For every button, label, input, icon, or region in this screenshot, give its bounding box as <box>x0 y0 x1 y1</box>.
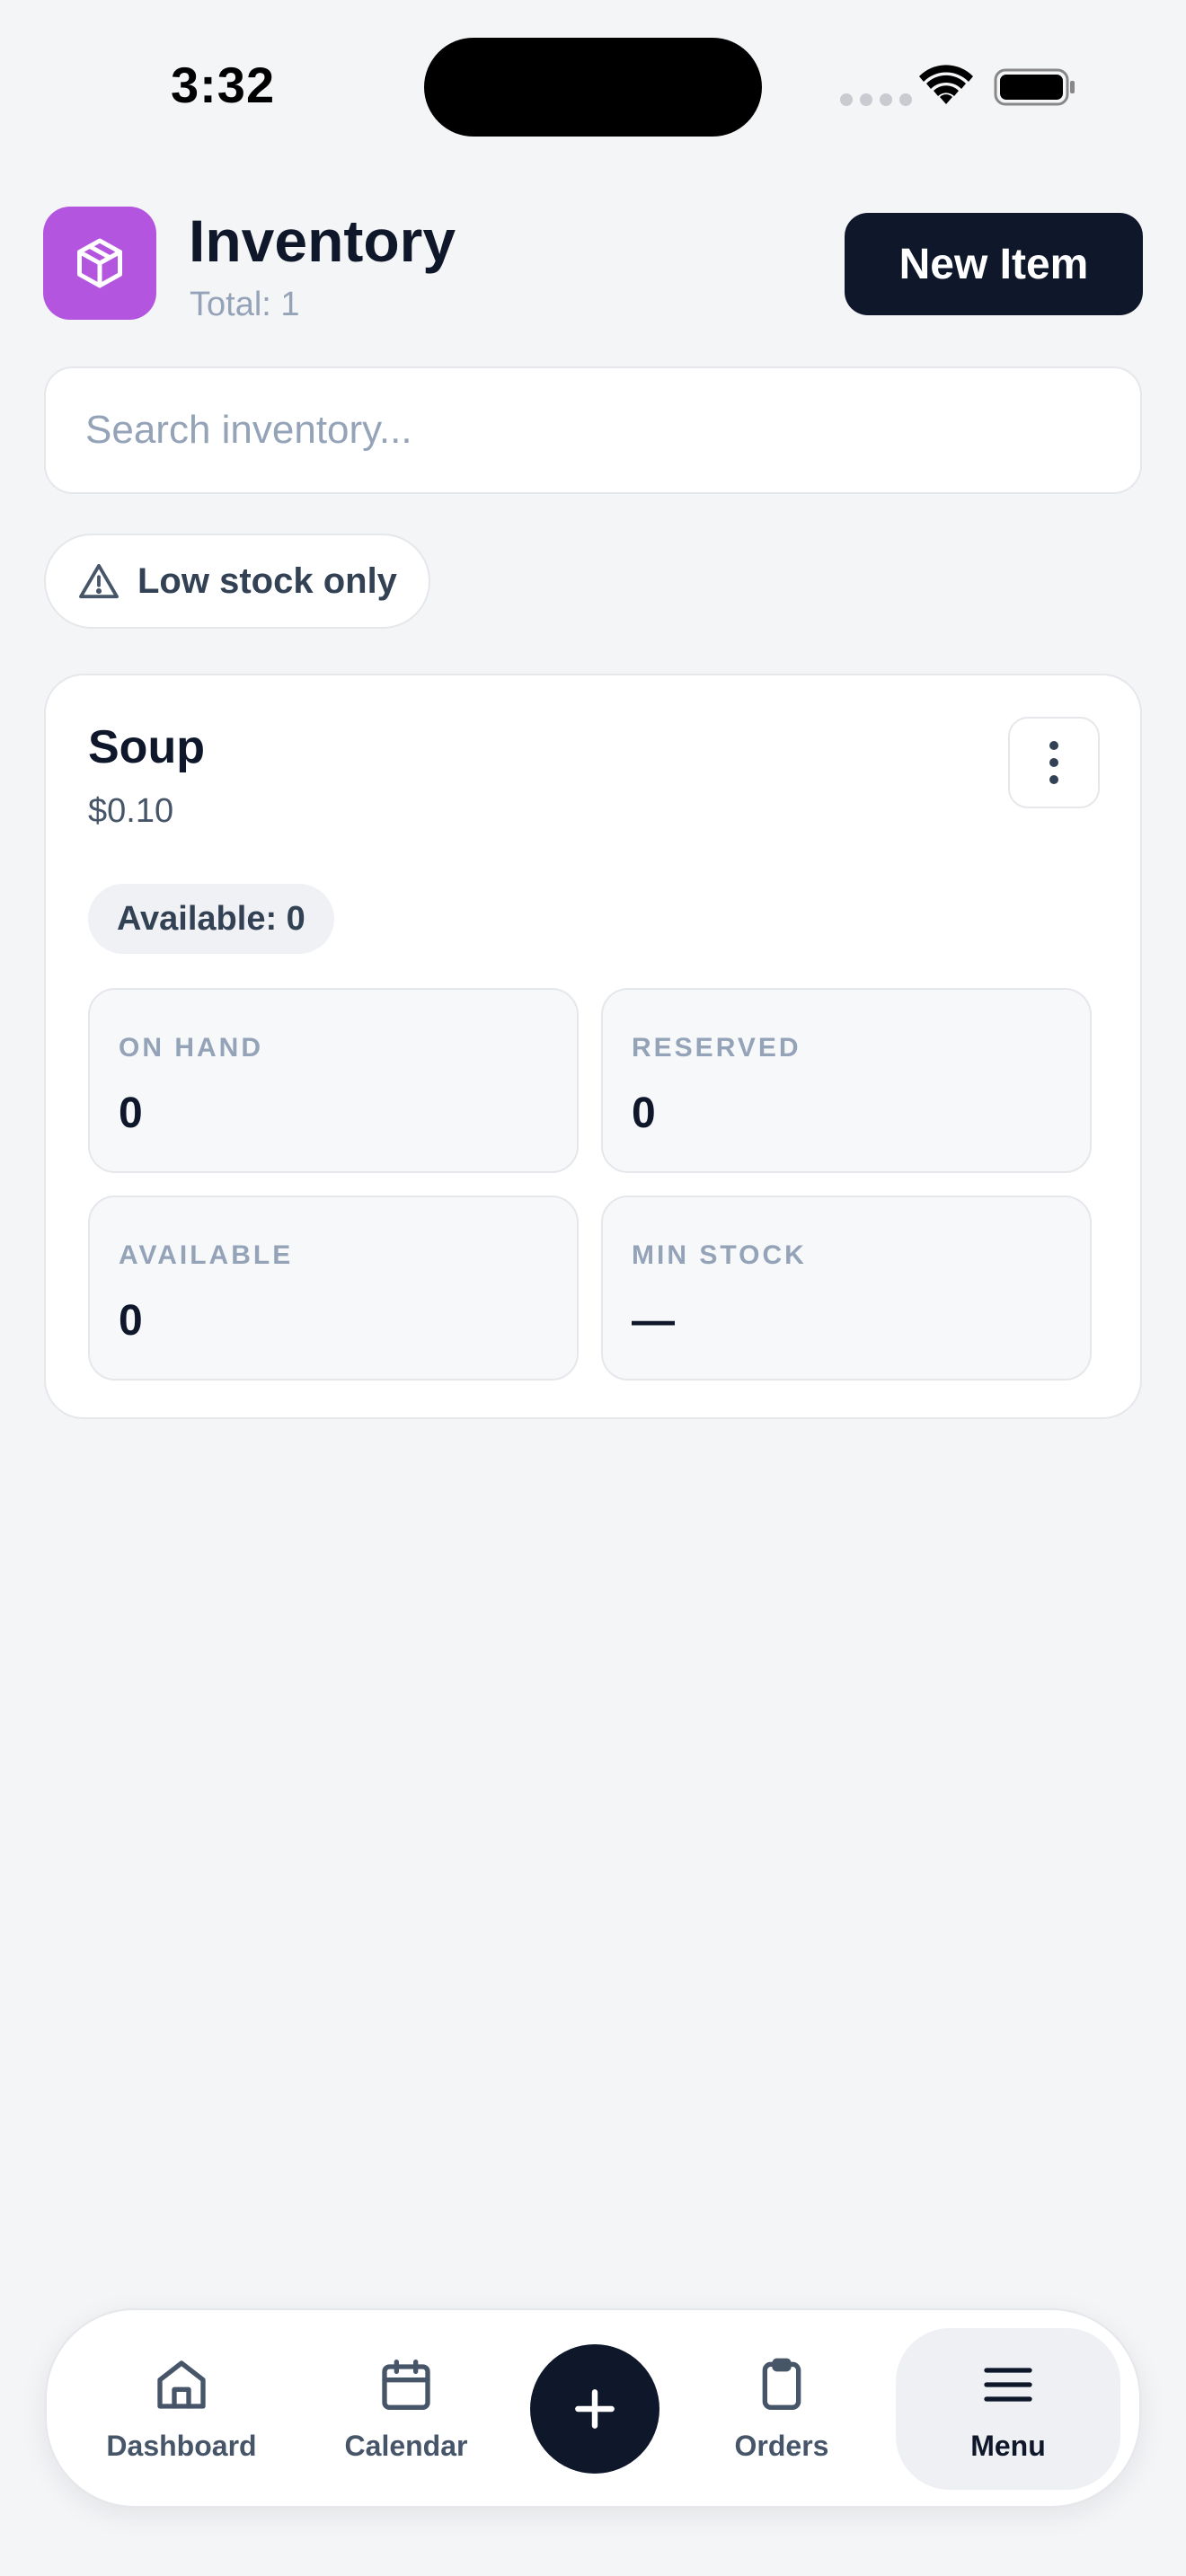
status-bar: 3:32 <box>0 0 1186 180</box>
wifi-icon <box>919 65 973 104</box>
nav-label: Dashboard <box>106 2429 257 2462</box>
stat-on-hand: ON HAND 0 <box>88 988 579 1173</box>
stat-reserved: RESERVED 0 <box>601 988 1092 1173</box>
nav-calendar[interactable]: Calendar <box>307 2328 505 2490</box>
warning-icon <box>79 563 119 599</box>
stat-value: 0 <box>119 1090 143 1137</box>
nav-label: Menu <box>970 2429 1046 2462</box>
low-stock-filter[interactable]: Low stock only <box>44 534 430 629</box>
nav-label: Orders <box>734 2429 829 2462</box>
stat-min-stock: MIN STOCK — <box>601 1195 1092 1381</box>
stat-value: 0 <box>632 1090 656 1137</box>
plus-icon <box>575 2389 615 2429</box>
nav-menu[interactable]: Menu <box>896 2328 1120 2490</box>
home-icon <box>157 2360 206 2409</box>
calendar-icon <box>382 2359 430 2410</box>
more-vertical-icon <box>1049 741 1058 750</box>
stat-value: 0 <box>119 1297 143 1345</box>
item-name: Soup <box>88 721 205 773</box>
battery-icon <box>994 68 1075 106</box>
search-input[interactable] <box>44 366 1142 494</box>
page-title: Inventory <box>189 207 456 274</box>
filter-label: Low stock only <box>137 560 397 601</box>
dynamic-island <box>424 38 762 137</box>
item-price: $0.10 <box>88 792 174 830</box>
add-button[interactable] <box>530 2344 659 2474</box>
inventory-screen: 3:32 Inventory Total: 1 New Item Search … <box>0 0 1186 2576</box>
inventory-item-card[interactable]: Soup $0.10 Available: 0 ON HAND 0 RESERV… <box>44 674 1142 1419</box>
new-item-button[interactable]: New Item <box>845 213 1143 315</box>
clipboard-icon <box>762 2358 801 2410</box>
stat-available: AVAILABLE 0 <box>88 1195 579 1381</box>
nav-label: Calendar <box>344 2429 468 2462</box>
menu-icon <box>984 2367 1032 2402</box>
more-options-button[interactable] <box>1008 717 1100 808</box>
status-time: 3:32 <box>171 57 276 113</box>
stat-label: RESERVED <box>632 1033 801 1063</box>
stat-value: — <box>632 1297 675 1345</box>
box-icon <box>43 207 156 320</box>
cellular-signal-icon <box>840 93 912 106</box>
nav-orders[interactable]: Orders <box>683 2328 881 2490</box>
page-header: Inventory Total: 1 New Item <box>43 207 1143 323</box>
stat-label: AVAILABLE <box>119 1240 294 1270</box>
stat-label: MIN STOCK <box>632 1240 807 1270</box>
total-count: Total: 1 <box>190 286 300 323</box>
nav-dashboard[interactable]: Dashboard <box>83 2328 280 2490</box>
available-badge: Available: 0 <box>88 884 334 954</box>
bottom-navigation: Dashboard Calendar Orders Menu <box>45 2308 1141 2508</box>
stat-label: ON HAND <box>119 1033 263 1063</box>
